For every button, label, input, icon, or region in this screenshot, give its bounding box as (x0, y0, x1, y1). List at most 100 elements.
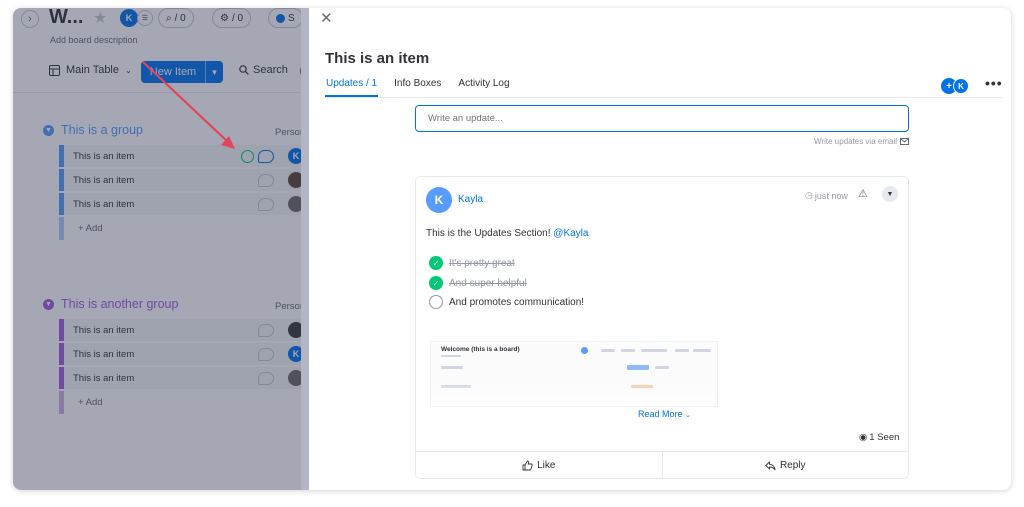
add-item-row[interactable]: + Add (59, 391, 308, 414)
invite-members-icon[interactable]: ☰ (137, 10, 153, 26)
table-row[interactable]: This is an item (59, 169, 308, 192)
chevron-right-icon: › (28, 13, 32, 25)
app-window: › W... ★ K ☰ ⌕/ 0 ⚙/ 0 S Add board descr… (13, 8, 1011, 490)
group-title[interactable]: This is a group (61, 123, 143, 137)
group-title[interactable]: This is another group (61, 297, 178, 311)
check-icon (241, 149, 254, 163)
tabs-divider (325, 97, 1003, 98)
tab-activity-log[interactable]: Activity Log (457, 78, 510, 97)
update-bubble-icon[interactable] (258, 149, 274, 163)
bell-icon[interactable]: ⚠ (858, 187, 868, 200)
chevron-down-icon[interactable]: ▼ (43, 298, 54, 310)
author-name[interactable]: Kayla (458, 194, 483, 205)
integrations-count: / 0 (231, 12, 244, 24)
update-bubble-icon[interactable] (258, 173, 274, 187)
tab-info-boxes[interactable]: Info Boxes (393, 78, 442, 97)
checklist-text: And promotes communication! (449, 296, 585, 308)
like-button[interactable]: Like (416, 452, 662, 479)
search-label: Search (253, 64, 288, 76)
robot-icon: ⚙ (220, 12, 229, 24)
add-item-label[interactable]: + Add (64, 397, 103, 408)
email-updates-link[interactable]: Write updates via email (814, 137, 909, 146)
activity-count: / 0 (174, 12, 186, 24)
search-button[interactable]: Search (239, 64, 288, 76)
table-icon (49, 64, 60, 76)
group-header-2[interactable]: ▼ This is another group (43, 297, 178, 311)
tab-updates[interactable]: Updates / 1 (325, 78, 379, 97)
new-item-button[interactable]: New Item ▼ (141, 61, 223, 83)
seen-count[interactable]: ◉ 1 Seen (859, 432, 899, 443)
unchecked-circle-icon[interactable] (429, 295, 443, 309)
update-bubble-icon[interactable] (258, 371, 274, 385)
table-row[interactable]: This is an item K (59, 343, 308, 366)
read-more-link[interactable]: Read More ⌄ (638, 409, 691, 419)
update-bubble-icon[interactable] (258, 197, 274, 211)
share-button[interactable]: S (268, 8, 303, 28)
panel-resize-handle[interactable] (301, 8, 309, 490)
reply-button[interactable]: Reply (661, 452, 909, 479)
seen-label: 1 Seen (869, 432, 900, 443)
search-icon (239, 65, 249, 75)
zoom-icon: ⌕ (166, 12, 172, 24)
item-name[interactable]: This is an item (64, 349, 258, 360)
chevron-down-icon[interactable]: ▼ (205, 61, 223, 83)
post-menu-dropdown[interactable]: ▼ (882, 186, 898, 202)
post-text: This is the Updates Section! (426, 228, 551, 239)
thumbnail-toggle (581, 347, 588, 354)
table-row[interactable]: This is an item (59, 193, 308, 216)
item-name[interactable]: This is an item (64, 151, 241, 162)
subscribers[interactable]: + K (941, 78, 969, 94)
item-panel: ✕ This is an item Updates / 1 Info Boxes… (309, 8, 1011, 490)
board-owner-avatar[interactable]: K (120, 9, 138, 27)
new-item-label: New Item (149, 66, 197, 78)
thumbnail-bar (621, 349, 635, 352)
board-screenshot-thumbnail[interactable]: Welcome (this is a board) (430, 341, 718, 407)
mention-link[interactable]: @Kayla (553, 228, 588, 239)
thumbnail-bar (627, 365, 649, 370)
read-more-label: Read More (638, 409, 683, 419)
chevron-down-icon[interactable]: ▼ (43, 124, 54, 136)
reply-icon (765, 460, 776, 470)
item-name[interactable]: This is an item (64, 325, 258, 336)
time-label: just now (814, 190, 848, 201)
board-title[interactable]: W... (49, 8, 83, 29)
table-row[interactable]: This is an item (59, 367, 308, 390)
item-name[interactable]: This is an item (64, 199, 258, 210)
thumbnail-bar (641, 349, 667, 352)
checklist-text: It's pretty great (449, 257, 515, 269)
add-item-label[interactable]: + Add (64, 223, 103, 234)
share-label: S (288, 12, 295, 24)
table-row[interactable]: This is an item K (59, 145, 308, 168)
checklist-item[interactable]: And promotes communication! (429, 295, 584, 309)
video-icon (276, 13, 285, 23)
star-icon[interactable]: ★ (93, 8, 107, 28)
close-icon[interactable]: ✕ (320, 9, 333, 27)
author-avatar[interactable]: K (426, 187, 452, 213)
more-options-icon[interactable]: ••• (985, 75, 1003, 91)
chevron-down-icon: ⌄ (685, 412, 691, 419)
update-input[interactable] (415, 105, 909, 132)
add-item-row[interactable]: + Add (59, 217, 308, 240)
item-name[interactable]: This is an item (64, 373, 258, 384)
mail-icon (900, 138, 909, 145)
board-description[interactable]: Add board description (50, 35, 138, 45)
update-bubble-icon[interactable] (258, 347, 274, 361)
group-header-1[interactable]: ▼ This is a group (43, 123, 143, 137)
integrations-button[interactable]: ⚙/ 0 (212, 8, 252, 28)
view-main-table[interactable]: Main Table ⌄ (49, 64, 132, 76)
checklist-item[interactable]: ✓ And super helpful (429, 276, 527, 290)
check-icon[interactable]: ✓ (429, 276, 443, 290)
chevron-down-icon: ⌄ (125, 65, 132, 75)
item-title[interactable]: This is an item (325, 50, 429, 67)
subscriber-avatar[interactable]: K (953, 78, 969, 94)
update-bubble-icon[interactable] (258, 323, 274, 337)
table-row[interactable]: This is an item (59, 319, 308, 342)
post-timestamp: ◷ just now (805, 190, 848, 201)
checklist-item[interactable]: ✓ It's pretty great (429, 256, 515, 270)
item-name[interactable]: This is an item (64, 175, 258, 186)
thumbnail-bar (675, 349, 689, 352)
collapse-sidebar-button[interactable]: › (21, 10, 39, 28)
check-icon[interactable]: ✓ (429, 256, 443, 270)
board-view: › W... ★ K ☰ ⌕/ 0 ⚙/ 0 S Add board descr… (13, 8, 308, 490)
activity-button[interactable]: ⌕/ 0 (158, 8, 194, 28)
